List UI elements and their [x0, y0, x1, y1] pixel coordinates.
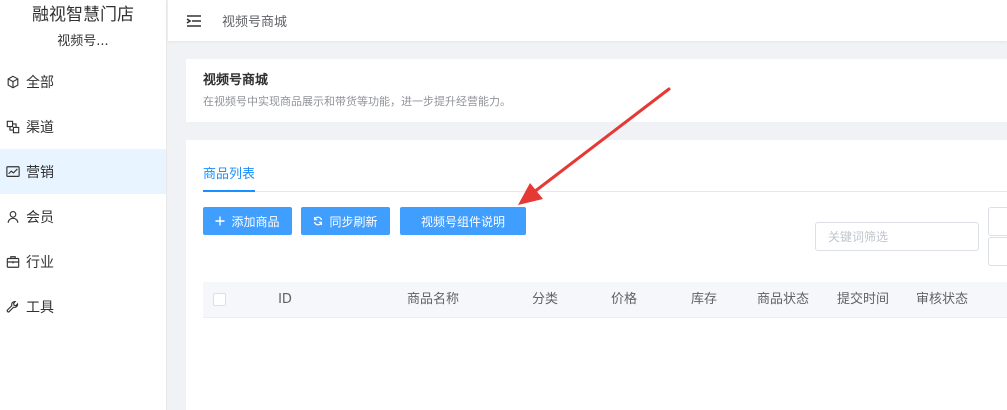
- plus-icon: [215, 216, 225, 226]
- page-title: 视频号商城: [203, 73, 269, 88]
- chart-icon: [6, 165, 20, 179]
- sidebar-item-label: 营销: [26, 164, 54, 181]
- keyword-search-input[interactable]: [815, 222, 979, 251]
- refresh-icon: [313, 216, 323, 226]
- sidebar-item-label: 全部: [26, 74, 54, 91]
- sync-refresh-button[interactable]: 同步刷新: [301, 207, 390, 235]
- sidebar-item-marketing[interactable]: 营销: [0, 149, 166, 194]
- sidebar-item-label: 会员: [26, 209, 54, 226]
- add-product-label: 添加商品: [231, 214, 280, 229]
- user-icon: [6, 210, 20, 224]
- wrench-icon: [6, 300, 20, 314]
- tab-bar: 商品列表: [203, 162, 1007, 192]
- briefcase-icon: [6, 255, 20, 269]
- select-all-checkbox[interactable]: [213, 293, 226, 306]
- channel-icon: [6, 120, 20, 134]
- sidebar-nav: 全部 渠道 营销 会员 行业 工具: [0, 59, 166, 329]
- tab-product-list[interactable]: 商品列表: [203, 162, 255, 192]
- breadcrumb: 视频号商城: [222, 15, 288, 30]
- sidebar-item-member[interactable]: 会员: [0, 194, 166, 239]
- intro-card: 视频号商城 在视频号中实现商品展示和带货等功能，进一步提升经营能力。: [186, 59, 1007, 122]
- column-header-stock: 库存: [690, 292, 717, 307]
- column-header-review-status: 审核状态: [915, 292, 968, 307]
- column-header-price: 价格: [610, 292, 637, 307]
- column-header-id: ID: [278, 292, 292, 307]
- filter-box-bottom[interactable]: [988, 237, 1007, 266]
- column-header-category: 分类: [531, 292, 558, 307]
- top-header: 视频号商城: [168, 0, 1007, 41]
- component-guide-button[interactable]: 视频号组件说明: [400, 207, 526, 235]
- cube-icon: [6, 75, 20, 89]
- sidebar-item-label: 工具: [26, 299, 54, 316]
- sidebar-item-all[interactable]: 全部: [0, 59, 166, 104]
- main-card: 商品列表 添加商品 同步刷新 视频号组件说明 ID 商品名称 分类 价格 库存 …: [186, 140, 1007, 410]
- filter-box-top[interactable]: [988, 207, 1007, 236]
- table-header: ID 商品名称 分类 价格 库存 商品状态 提交时间 审核状态: [203, 282, 1007, 318]
- brand-subtitle[interactable]: 视频号...: [0, 34, 166, 50]
- sync-refresh-label: 同步刷新: [329, 214, 378, 229]
- column-header-submit-time: 提交时间: [836, 292, 889, 307]
- menu-collapse-icon[interactable]: [186, 14, 202, 28]
- add-product-button[interactable]: 添加商品: [203, 207, 292, 235]
- sidebar-item-label: 渠道: [26, 119, 54, 136]
- sidebar-item-channel[interactable]: 渠道: [0, 104, 166, 149]
- sidebar: 融视智慧门店 视频号... 全部 渠道 营销 会员 行业 工具: [0, 0, 167, 410]
- sidebar-item-label: 行业: [26, 254, 54, 271]
- sidebar-item-industry[interactable]: 行业: [0, 239, 166, 284]
- sidebar-item-tools[interactable]: 工具: [0, 284, 166, 329]
- brand-title: 融视智慧门店: [32, 5, 134, 25]
- column-header-status: 商品状态: [756, 292, 809, 307]
- brand: 融视智慧门店 视频号...: [0, 0, 166, 56]
- page-description: 在视频号中实现商品展示和带货等功能，进一步提升经营能力。: [203, 95, 511, 108]
- column-header-name: 商品名称: [406, 292, 459, 307]
